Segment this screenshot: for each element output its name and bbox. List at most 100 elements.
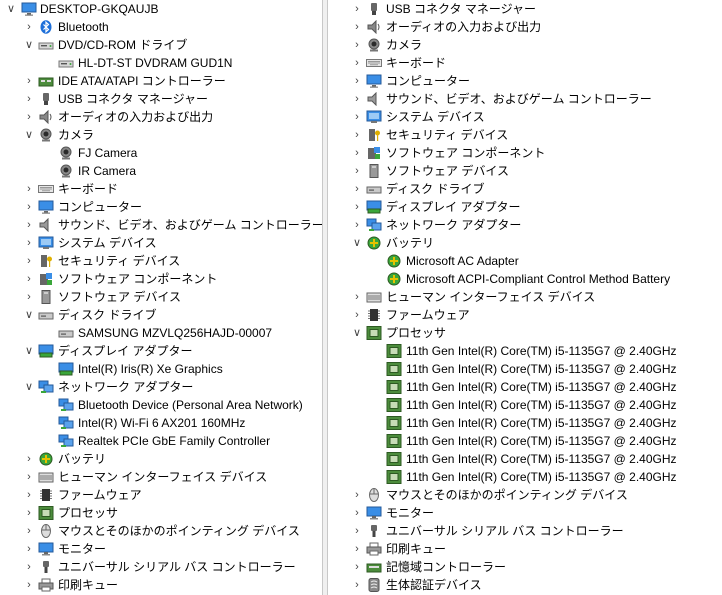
chevron-right-icon[interactable]: › — [351, 558, 363, 576]
chevron-right-icon[interactable]: › — [351, 54, 363, 72]
chevron-right-icon[interactable]: › — [351, 108, 363, 126]
chevron-right-icon[interactable]: › — [23, 90, 35, 108]
device-category[interactable]: › ユニバーサル シリアル バス コントローラー — [0, 558, 322, 576]
device-category[interactable]: › プロセッサ — [0, 504, 322, 522]
chevron-down-icon[interactable]: ∨ — [23, 126, 35, 144]
chevron-right-icon[interactable]: › — [351, 180, 363, 198]
chevron-down-icon[interactable]: ∨ — [23, 378, 35, 396]
device-category[interactable]: › カメラ — [328, 36, 722, 54]
chevron-right-icon[interactable]: › — [351, 198, 363, 216]
chevron-right-icon[interactable]: › — [23, 468, 35, 486]
device-category[interactable]: ∨ ディスプレイ アダプター — [0, 342, 322, 360]
chevron-right-icon[interactable]: › — [351, 486, 363, 504]
device-category[interactable]: › ユニバーサル シリアル バス コントローラー — [328, 522, 722, 540]
device-category[interactable]: ∨ ディスク ドライブ — [0, 306, 322, 324]
device-category[interactable]: › サウンド、ビデオ、およびゲーム コントローラー — [328, 90, 722, 108]
device-category[interactable]: › マウスとそのほかのポインティング デバイス — [328, 486, 722, 504]
chevron-right-icon[interactable]: › — [351, 144, 363, 162]
device-category[interactable]: › キーボード — [328, 54, 722, 72]
device-category[interactable]: › 印刷キュー — [0, 576, 322, 594]
device-category[interactable]: › USB コネクタ マネージャー — [0, 90, 322, 108]
chevron-right-icon[interactable]: › — [23, 522, 35, 540]
device-item[interactable]: 11th Gen Intel(R) Core(TM) i5-1135G7 @ 2… — [328, 360, 722, 378]
device-category[interactable]: › バッテリ — [0, 450, 322, 468]
chevron-right-icon[interactable]: › — [351, 288, 363, 306]
chevron-right-icon[interactable]: › — [351, 90, 363, 108]
device-category[interactable]: › コンピューター — [0, 198, 322, 216]
device-item[interactable]: Realtek PCIe GbE Family Controller — [0, 432, 322, 450]
device-tree-right[interactable]: › USB コネクタ マネージャー › オーディオの入力および出力 › カメラ › キーボード… — [328, 0, 722, 595]
chevron-right-icon[interactable]: › — [351, 540, 363, 558]
device-category[interactable]: › マウスとそのほかのポインティング デバイス — [0, 522, 322, 540]
device-item[interactable]: 11th Gen Intel(R) Core(TM) i5-1135G7 @ 2… — [328, 432, 722, 450]
device-category[interactable]: › IDE ATA/ATAPI コントローラー — [0, 72, 322, 90]
chevron-right-icon[interactable]: › — [351, 36, 363, 54]
chevron-right-icon[interactable]: › — [351, 72, 363, 90]
tree-root[interactable]: ∨ DESKTOP-GKQAUJB — [0, 0, 322, 18]
device-category[interactable]: › ディスク ドライブ — [328, 180, 722, 198]
device-category[interactable]: › オーディオの入力および出力 — [328, 18, 722, 36]
chevron-right-icon[interactable]: › — [23, 270, 35, 288]
chevron-down-icon[interactable]: ∨ — [23, 36, 35, 54]
chevron-down-icon[interactable]: ∨ — [351, 324, 363, 342]
device-tree-left[interactable]: ∨ DESKTOP-GKQAUJB › Bluetooth ∨ DVD/CD-ROM ドラ… — [0, 0, 322, 595]
chevron-down-icon[interactable]: ∨ — [23, 342, 35, 360]
device-item[interactable]: 11th Gen Intel(R) Core(TM) i5-1135G7 @ 2… — [328, 378, 722, 396]
device-category[interactable]: › モニター — [328, 504, 722, 522]
chevron-down-icon[interactable]: ∨ — [5, 0, 17, 18]
chevron-right-icon[interactable]: › — [23, 72, 35, 90]
chevron-right-icon[interactable]: › — [351, 306, 363, 324]
device-category[interactable]: › ヒューマン インターフェイス デバイス — [328, 288, 722, 306]
device-item[interactable]: SAMSUNG MZVLQ256HAJD-00007 — [0, 324, 322, 342]
device-category[interactable]: › USB コネクタ マネージャー — [328, 0, 722, 18]
device-category[interactable]: › 記憶域コントローラー — [328, 558, 722, 576]
device-category[interactable]: › システム デバイス — [328, 108, 722, 126]
chevron-right-icon[interactable]: › — [23, 486, 35, 504]
device-item[interactable]: Microsoft ACPI-Compliant Control Method … — [328, 270, 722, 288]
device-item[interactable]: 11th Gen Intel(R) Core(TM) i5-1135G7 @ 2… — [328, 342, 722, 360]
device-item[interactable]: IR Camera — [0, 162, 322, 180]
device-category[interactable]: ∨ プロセッサ — [328, 324, 722, 342]
device-item[interactable]: Microsoft AC Adapter — [328, 252, 722, 270]
device-category[interactable]: › Bluetooth — [0, 18, 322, 36]
device-category[interactable]: ∨ バッテリ — [328, 234, 722, 252]
device-category[interactable]: › オーディオの入力および出力 — [0, 108, 322, 126]
chevron-right-icon[interactable]: › — [351, 522, 363, 540]
chevron-right-icon[interactable]: › — [351, 126, 363, 144]
device-category[interactable]: › ファームウェア — [328, 306, 722, 324]
device-category[interactable]: › サウンド、ビデオ、およびゲーム コントローラー — [0, 216, 322, 234]
chevron-down-icon[interactable]: ∨ — [351, 234, 363, 252]
device-item[interactable]: 11th Gen Intel(R) Core(TM) i5-1135G7 @ 2… — [328, 468, 722, 486]
chevron-right-icon[interactable]: › — [23, 216, 35, 234]
chevron-right-icon[interactable]: › — [23, 108, 35, 126]
device-category[interactable]: › ファームウェア — [0, 486, 322, 504]
chevron-right-icon[interactable]: › — [23, 288, 35, 306]
chevron-right-icon[interactable]: › — [23, 180, 35, 198]
device-item[interactable]: FJ Camera — [0, 144, 322, 162]
chevron-right-icon[interactable]: › — [351, 162, 363, 180]
device-item[interactable]: Intel(R) Wi-Fi 6 AX201 160MHz — [0, 414, 322, 432]
device-category[interactable]: › セキュリティ デバイス — [0, 252, 322, 270]
device-category[interactable]: › コンピューター — [328, 72, 722, 90]
chevron-right-icon[interactable]: › — [23, 540, 35, 558]
chevron-right-icon[interactable]: › — [23, 198, 35, 216]
chevron-right-icon[interactable]: › — [23, 18, 35, 36]
chevron-right-icon[interactable]: › — [23, 450, 35, 468]
device-category[interactable]: › ソフトウェア デバイス — [328, 162, 722, 180]
chevron-right-icon[interactable]: › — [351, 18, 363, 36]
device-category[interactable]: › ソフトウェア コンポーネント — [0, 270, 322, 288]
device-category[interactable]: ∨ ネットワーク アダプター — [0, 378, 322, 396]
device-item[interactable]: HL-DT-ST DVDRAM GUD1N — [0, 54, 322, 72]
device-item[interactable]: 11th Gen Intel(R) Core(TM) i5-1135G7 @ 2… — [328, 450, 722, 468]
chevron-right-icon[interactable]: › — [23, 252, 35, 270]
chevron-right-icon[interactable]: › — [23, 504, 35, 522]
device-item[interactable]: 11th Gen Intel(R) Core(TM) i5-1135G7 @ 2… — [328, 396, 722, 414]
device-item[interactable]: Bluetooth Device (Personal Area Network) — [0, 396, 322, 414]
device-category[interactable]: › ヒューマン インターフェイス デバイス — [0, 468, 322, 486]
device-item[interactable]: Intel(R) Iris(R) Xe Graphics — [0, 360, 322, 378]
chevron-right-icon[interactable]: › — [23, 558, 35, 576]
device-category[interactable]: › 生体認証デバイス — [328, 576, 722, 594]
device-category[interactable]: › セキュリティ デバイス — [328, 126, 722, 144]
chevron-right-icon[interactable]: › — [351, 504, 363, 522]
device-category[interactable]: › ソフトウェア デバイス — [0, 288, 322, 306]
